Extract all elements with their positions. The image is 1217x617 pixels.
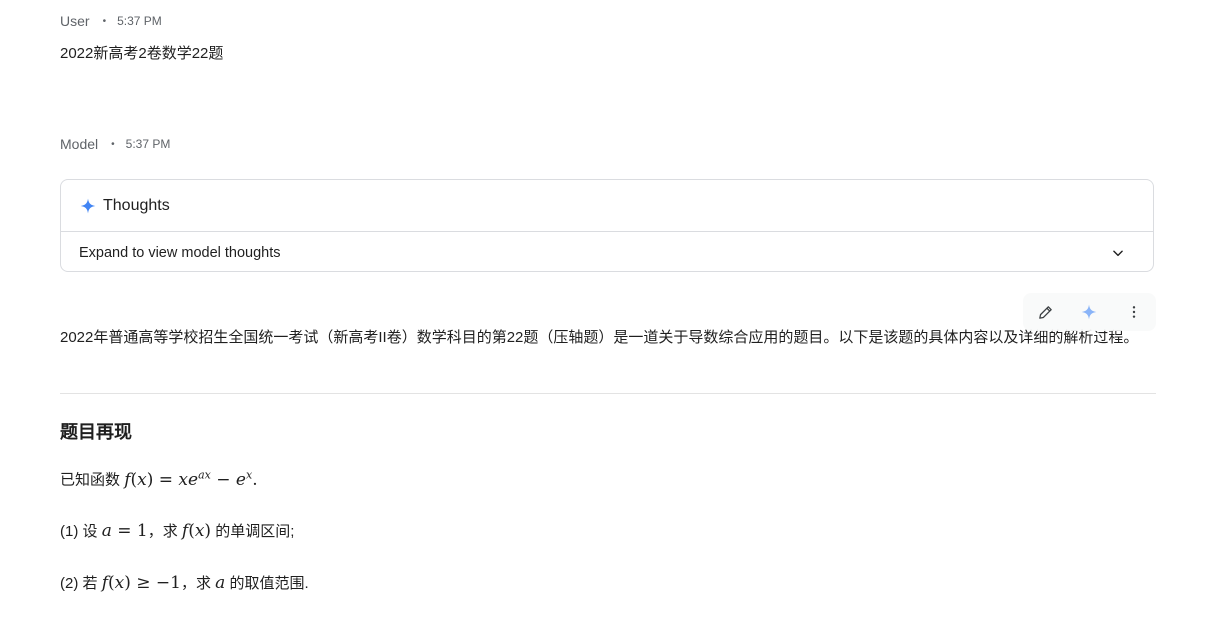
thoughts-title: Thoughts bbox=[103, 196, 170, 214]
message-toolbar bbox=[1023, 293, 1156, 331]
thoughts-panel: Thoughts Expand to view model thoughts bbox=[60, 179, 1154, 272]
part-2-variable: a bbox=[215, 573, 226, 593]
sparkle-icon bbox=[1082, 304, 1097, 320]
chat-page: User • 5:37 PM 2022新高考2卷数学22题 Model • 5:… bbox=[0, 0, 1217, 617]
model-intro-paragraph: 2022年普通高等学校招生全国统一考试（新高考II卷）数学科目的第22题（压轴题… bbox=[60, 329, 1139, 346]
thoughts-header: Thoughts bbox=[61, 180, 1153, 232]
part-2-mid: ，求 bbox=[180, 575, 211, 592]
separator-dot: • bbox=[111, 138, 115, 150]
user-message-meta: User • 5:37 PM bbox=[60, 13, 162, 29]
part-1-prefix: (1) 设 bbox=[60, 523, 98, 540]
problem-part-1: (1) 设 a = 1，求 f(x) 的单调区间; bbox=[60, 520, 294, 541]
problem-statement-prefix: 已知函数 bbox=[60, 471, 121, 489]
problem-part-2: (2) 若 f(x) ≥ −1，求 a 的取值范围. bbox=[60, 572, 309, 593]
section-divider bbox=[60, 393, 1156, 394]
part-1-suffix: 的单调区间; bbox=[215, 523, 295, 540]
expand-thoughts-button[interactable]: Expand to view model thoughts bbox=[61, 232, 1153, 273]
more-options-button[interactable] bbox=[1120, 298, 1148, 326]
part-1-function: f(x) bbox=[181, 521, 212, 541]
user-author-label: User bbox=[60, 13, 90, 29]
user-message-text: 2022新高考2卷数学22题 bbox=[60, 45, 224, 62]
part-1-mid: ，求 bbox=[147, 523, 178, 540]
model-timestamp: 5:37 PM bbox=[125, 137, 171, 151]
more-vert-icon bbox=[1132, 306, 1136, 318]
model-author-label: Model bbox=[60, 136, 99, 152]
edit-icon bbox=[1038, 305, 1052, 319]
regenerate-button[interactable] bbox=[1075, 298, 1103, 326]
edit-button[interactable] bbox=[1031, 298, 1059, 326]
expand-thoughts-label: Expand to view model thoughts bbox=[79, 244, 281, 261]
chevron-down-icon bbox=[1113, 250, 1123, 256]
user-timestamp: 5:37 PM bbox=[117, 14, 162, 28]
problem-statement: 已知函数 f(x) = xeax − ex. bbox=[60, 468, 258, 490]
function-formula: f(x) = xeax − ex. bbox=[124, 468, 258, 490]
part-2-prefix: (2) 若 bbox=[60, 575, 98, 592]
sparkle-icon bbox=[80, 198, 96, 213]
separator-dot: • bbox=[102, 15, 107, 27]
model-message-meta: Model • 5:37 PM bbox=[60, 136, 170, 152]
part-1-condition: a = 1 bbox=[101, 521, 148, 541]
part-2-condition: f(x) ≥ −1 bbox=[101, 573, 181, 593]
section-heading: 题目再现 bbox=[60, 422, 132, 442]
part-2-suffix: 的取值范围. bbox=[229, 575, 309, 592]
